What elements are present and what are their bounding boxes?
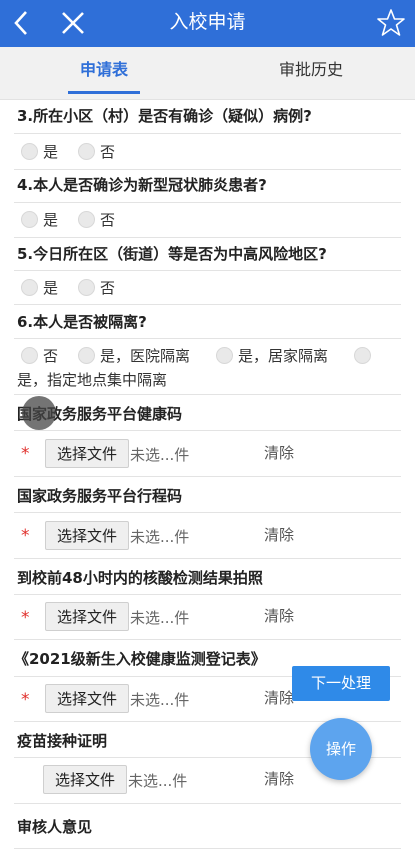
q3-radio-no[interactable]	[78, 143, 95, 160]
tab-bar: 申请表 审批历史	[0, 47, 415, 100]
divider	[14, 639, 401, 640]
choose-file-button-vaccination[interactable]: 选择文件	[43, 765, 127, 794]
q5-option-yes: 是	[43, 279, 59, 297]
divider	[14, 304, 401, 305]
upload-nucleic-test-label: 到校前48小时内的核酸检测结果拍照	[17, 569, 263, 587]
upload-vaccination-label: 疫苗接种证明	[17, 732, 108, 750]
divider	[14, 202, 401, 203]
file-status: 未选...件	[130, 446, 190, 464]
choose-file-button-nucleic-test[interactable]: 选择文件	[45, 602, 129, 631]
active-tab-indicator	[68, 91, 140, 94]
question-5-label: 5.今日所在区（街道）等是否为中高风险地区?	[17, 245, 327, 263]
file-status: 未选...件	[128, 772, 188, 790]
divider	[14, 848, 401, 849]
divider	[14, 237, 401, 238]
upload-health-form-label: 《2021级新生入校健康监测登记表》	[14, 650, 266, 668]
q6-radio-no[interactable]	[21, 347, 38, 364]
divider	[14, 133, 401, 134]
file-status: 未选...件	[130, 691, 190, 709]
divider	[14, 558, 401, 559]
choose-file-button-health-form[interactable]: 选择文件	[45, 684, 129, 713]
clear-button-health-code[interactable]: 清除	[264, 442, 294, 463]
q4-option-yes: 是	[43, 211, 59, 229]
q4-radio-yes[interactable]	[21, 211, 38, 228]
q5-option-no: 否	[100, 279, 116, 297]
clear-button-health-form[interactable]: 清除	[264, 687, 294, 708]
choose-file-button-itinerary-code[interactable]: 选择文件	[45, 521, 129, 550]
q5-radio-no[interactable]	[78, 279, 95, 296]
divider	[14, 803, 401, 804]
divider	[14, 270, 401, 271]
file-status: 未选...件	[130, 528, 190, 546]
q6-option-home: 是，居家隔离	[238, 347, 329, 365]
required-mark: *	[21, 444, 30, 464]
required-mark: *	[21, 690, 30, 710]
q6-radio-home[interactable]	[216, 347, 233, 364]
tab-approval-history[interactable]: 审批历史	[207, 47, 415, 99]
q3-radio-yes[interactable]	[21, 143, 38, 160]
q6-option-designated: 是，指定地点集中隔离	[17, 371, 168, 389]
reviewer-opinion-label: 审核人意见	[17, 818, 93, 836]
q6-radio-designated[interactable]	[354, 347, 371, 364]
q4-option-no: 否	[100, 211, 116, 229]
page-title: 入校申请	[169, 11, 246, 33]
file-status: 未选...件	[130, 609, 190, 627]
operate-fab-button[interactable]: 操作	[310, 718, 372, 780]
upload-itinerary-code-label: 国家政务服务平台行程码	[17, 487, 183, 505]
star-icon[interactable]	[375, 6, 407, 40]
required-mark: *	[21, 526, 30, 546]
touch-indicator	[22, 396, 56, 430]
required-mark: *	[21, 608, 30, 628]
q3-option-no: 否	[100, 143, 116, 161]
q6-radio-hospital[interactable]	[78, 347, 95, 364]
divider	[14, 430, 401, 431]
clear-button-nucleic-test[interactable]: 清除	[264, 605, 294, 626]
divider	[14, 169, 401, 170]
choose-file-button-health-code[interactable]: 选择文件	[45, 439, 129, 468]
top-bar: 入校申请	[0, 0, 415, 47]
q5-radio-yes[interactable]	[21, 279, 38, 296]
divider	[14, 394, 401, 395]
q6-option-hospital: 是，医院隔离	[100, 347, 191, 365]
q3-option-yes: 是	[43, 143, 59, 161]
divider	[14, 476, 401, 477]
question-6-label: 6.本人是否被隔离?	[17, 313, 147, 331]
question-3-label: 3.所在小区（村）是否有确诊（疑似）病例?	[17, 107, 312, 125]
divider	[14, 594, 401, 595]
question-4-label: 4.本人是否确诊为新型冠状肺炎患者?	[17, 176, 267, 194]
q4-radio-no[interactable]	[78, 211, 95, 228]
clear-button-vaccination[interactable]: 清除	[264, 768, 294, 789]
clear-button-itinerary-code[interactable]: 清除	[264, 524, 294, 545]
next-step-button[interactable]: 下一处理	[292, 666, 390, 701]
divider	[14, 512, 401, 513]
divider	[14, 338, 401, 339]
q6-option-no: 否	[43, 347, 59, 365]
